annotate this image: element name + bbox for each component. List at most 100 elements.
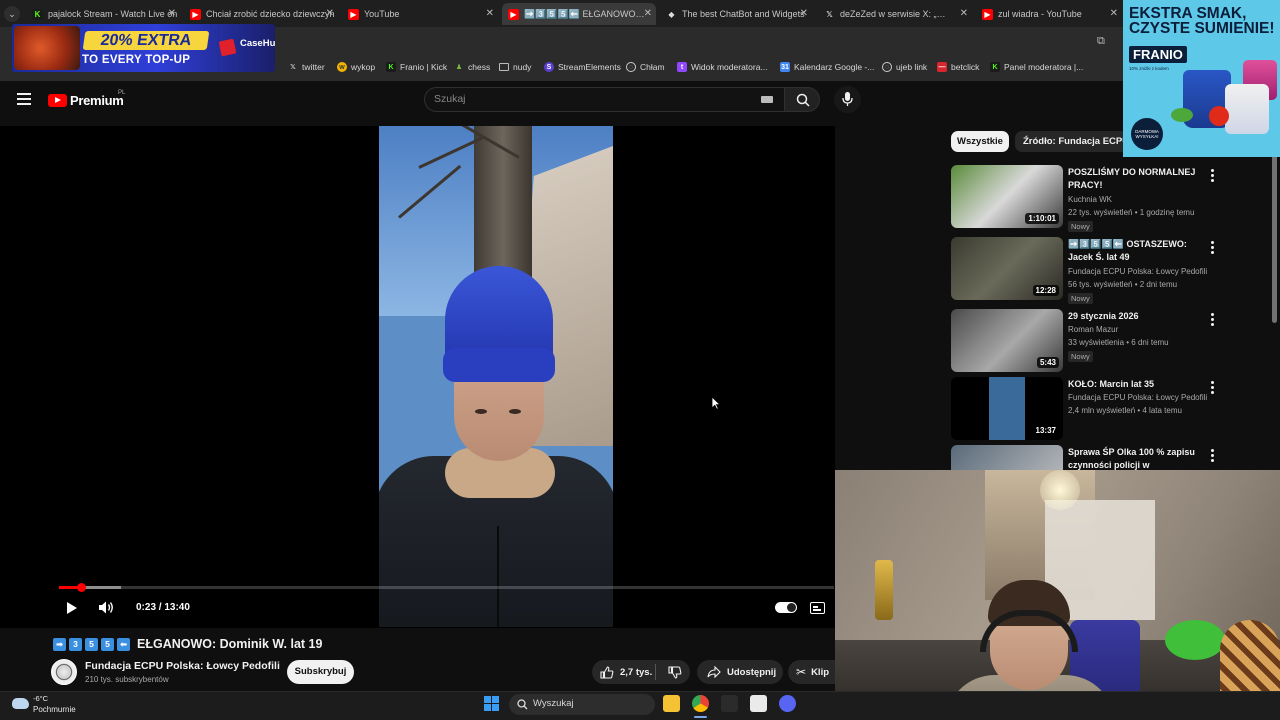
video-thumbnail[interactable]: 13:37 <box>951 377 1063 440</box>
browser-tab[interactable]: ◆ The best ChatBot and Widgets ✕ <box>666 3 812 25</box>
browser-tab[interactable]: 𝕏 deZeZed w serwisie X: „Julia W ✕ <box>824 3 972 25</box>
volume-icon[interactable] <box>98 600 116 615</box>
discord-icon[interactable] <box>779 695 796 712</box>
more-options-icon[interactable] <box>1211 169 1214 184</box>
browser-tab[interactable]: ▶ zul wiadra - YouTube ✕ <box>982 3 1122 25</box>
logo-text: Premium <box>70 93 124 108</box>
ad-brand: FRANIO <box>1129 46 1187 63</box>
progress-scrubber[interactable] <box>77 583 86 592</box>
taskbar-search[interactable] <box>509 694 655 715</box>
thumbs-down-icon[interactable] <box>668 666 682 679</box>
progress-bar[interactable] <box>59 586 834 589</box>
scrollbar[interactable] <box>1272 131 1277 323</box>
clip-button[interactable]: ✂ Klip <box>788 660 835 684</box>
bookmark-streamelements[interactable]: S StreamElements <box>544 61 621 73</box>
more-options-icon[interactable] <box>1211 313 1214 328</box>
browser-tab[interactable]: ▶ Chciał zrobić dziecko dziewczyn ✕ <box>190 3 338 25</box>
tab-title: deZeZed w serwisie X: „Julia W <box>840 9 950 19</box>
close-icon[interactable]: ✕ <box>800 8 808 19</box>
browser-tab[interactable]: K pajalock Stream - Watch Live on ✕ <box>32 3 180 25</box>
chip-source[interactable]: Źródło: Fundacja ECPU P <box>1015 131 1123 152</box>
chrome-icon[interactable] <box>692 695 709 712</box>
more-options-icon[interactable] <box>1211 241 1214 256</box>
app-icon[interactable] <box>750 695 767 712</box>
bookmark-nudy[interactable]: nudy <box>499 61 531 73</box>
zipper <box>497 526 499 627</box>
play-icon[interactable] <box>66 601 78 615</box>
subscribe-button[interactable]: Subskrybuj <box>287 660 354 684</box>
recommendation-item[interactable]: 1:10:01 POSZLIŚMY DO NORMALNEJ PRACY! Ku… <box>951 165 1271 232</box>
bookmark-ujeb-link[interactable]: ◌ ujeb link <box>882 61 927 73</box>
keyboard-icon[interactable] <box>761 96 773 103</box>
video-thumbnail[interactable] <box>951 445 1063 470</box>
recommendation-title[interactable]: POSZLIŚMY DO NORMALNEJ PRACY! <box>1068 166 1208 192</box>
close-icon[interactable]: ✕ <box>486 8 494 19</box>
recommendation-channel[interactable]: Fundacja ECPU Polska: Łowcy Pedofili <box>1068 393 1207 402</box>
recommendation-title[interactable]: ➡️3️⃣5️⃣5️⃣⬅️ OSTASZEWO: Jacek Ś. lat 49 <box>1068 238 1208 264</box>
windows-start-icon[interactable] <box>484 696 500 712</box>
cloud-icon[interactable] <box>12 698 29 709</box>
recommendation-title[interactable]: Sprawa ŚP Olka 100 % zapisu czynności po… <box>1068 446 1208 470</box>
title-emoji: ➡ <box>53 637 66 651</box>
ad-headline: 20% EXTRA <box>82 31 210 50</box>
video-thumbnail[interactable]: 1:10:01 <box>951 165 1063 228</box>
bookmark-kick[interactable]: K Franio | Kick <box>386 61 447 73</box>
share-button[interactable]: Udostępnij <box>697 660 783 684</box>
subtitles-icon[interactable] <box>810 602 825 614</box>
globe-icon: ◌ <box>882 62 892 72</box>
channel-avatar[interactable] <box>51 659 77 685</box>
casehug-ad-banner[interactable]: 20% EXTRA TO EVERY TOP-UP CaseHug <box>12 24 275 72</box>
close-icon[interactable]: ✕ <box>168 8 176 19</box>
menu-icon[interactable] <box>17 93 31 108</box>
bookmark-betclick[interactable]: — betclick <box>937 61 979 73</box>
recommendation-item[interactable]: Sprawa ŚP Olka 100 % zapisu czynności po… <box>951 445 1271 470</box>
autoplay-toggle[interactable] <box>775 602 797 613</box>
recommendation-channel[interactable]: Kuchnia WK <box>1068 195 1112 204</box>
bookmark-panel-moderatora[interactable]: K Panel moderatora |... <box>990 61 1083 73</box>
cast-icon[interactable]: ⧉ <box>1097 35 1105 48</box>
like-count[interactable]: 2,7 tys. <box>620 667 652 678</box>
video-thumbnail[interactable]: 5:43 <box>951 309 1063 372</box>
bookmark-wykop[interactable]: w wykop <box>337 61 375 73</box>
close-icon[interactable]: ✕ <box>960 8 968 19</box>
recommendation-title[interactable]: KOŁO: Marcin lat 35 <box>1068 378 1208 391</box>
bookmark-calendar[interactable]: 31 Kalendarz Google -... <box>780 61 874 73</box>
file-explorer-icon[interactable] <box>663 695 680 712</box>
recommendation-item[interactable]: 5:43 29 stycznia 2026 Roman Mazur 33 wyś… <box>951 309 1271 375</box>
channel-name[interactable]: Fundacja ECPU Polska: Łowcy Pedofili <box>85 660 280 672</box>
bookmark-twitch[interactable]: t Widok moderatora... <box>677 61 768 73</box>
more-options-icon[interactable] <box>1211 449 1214 464</box>
recommendation-channel[interactable]: Roman Mazur <box>1068 325 1118 334</box>
chip-all[interactable]: Wszystkie <box>951 131 1009 152</box>
chest-graphic <box>14 26 80 70</box>
video-thumbnail[interactable]: 12:28 <box>951 237 1063 300</box>
trophy <box>875 560 893 620</box>
thumbs-up-icon[interactable] <box>600 665 614 679</box>
subscriber-count: 210 tys. subskrybentów <box>85 675 169 684</box>
bookmark-label: nudy <box>513 62 532 72</box>
bookmark-chess[interactable]: ♟ chess <box>454 61 490 73</box>
close-icon[interactable]: ✕ <box>326 8 334 19</box>
recommendation-item[interactable]: 13:37 KOŁO: Marcin lat 35 Fundacja ECPU … <box>951 377 1271 443</box>
recommendation-channel[interactable]: Fundacja ECPU Polska: Łowcy Pedofili <box>1068 267 1207 276</box>
recommendation-item[interactable]: 12:28 ➡️3️⃣5️⃣5️⃣⬅️ OSTASZEWO: Jacek Ś. … <box>951 237 1271 304</box>
browser-tab-active[interactable]: ▶ ➡️3️⃣5️⃣5️⃣⬅️ EŁGANOWO: Dom ✕ <box>502 3 656 25</box>
voice-search-button[interactable] <box>834 86 861 113</box>
more-options-icon[interactable] <box>1211 381 1214 396</box>
weather-temperature[interactable]: -6°C <box>33 694 48 703</box>
close-icon[interactable]: ✕ <box>1110 8 1118 19</box>
search-button[interactable] <box>784 87 820 112</box>
franio-ad-banner[interactable]: EKSTRA SMAK, CZYSTE SUMIENIE! FRANIO 10%… <box>1123 0 1280 157</box>
search-input[interactable] <box>424 87 787 112</box>
close-icon[interactable]: ✕ <box>644 8 652 19</box>
recommendation-title[interactable]: 29 stycznia 2026 <box>1068 310 1208 323</box>
weather-description[interactable]: Pochmurnie <box>33 705 76 714</box>
bookmark-chlam[interactable]: ◌ Chłam <box>626 61 665 73</box>
browser-tab[interactable]: ▶ YouTube ✕ <box>348 3 498 25</box>
title-emoji: 3 <box>69 637 82 651</box>
bookmark-twitter[interactable]: 𝕏twitter <box>288 61 325 73</box>
tab-search-icon[interactable]: ⌄ <box>4 6 20 22</box>
youtube-logo[interactable]: Premium PL <box>48 90 125 108</box>
app-icon[interactable] <box>721 695 738 712</box>
video-frame[interactable] <box>379 126 613 627</box>
